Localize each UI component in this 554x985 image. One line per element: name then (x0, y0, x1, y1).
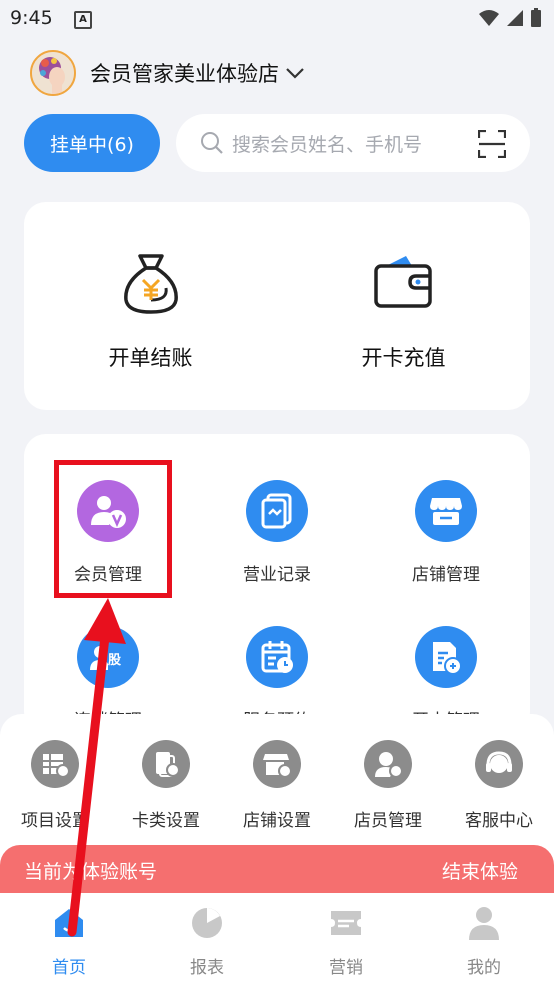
tool-label: 客服中心 (465, 811, 533, 831)
calendar-icon (246, 626, 308, 688)
module-label: 营业记录 (243, 565, 311, 585)
battery-icon (531, 8, 541, 27)
status-bar: 9:45 A (0, 0, 554, 36)
tab-label: 我的 (467, 958, 501, 978)
trial-text: 当前为体验账号 (24, 861, 158, 883)
chevron-down-icon[interactable] (285, 66, 305, 80)
chain-icon: 股 (77, 626, 139, 688)
end-trial-button[interactable]: 结束体验 (442, 857, 518, 884)
shop-icon (415, 480, 477, 542)
pie-chart-icon (192, 908, 222, 938)
hang-order-button[interactable]: 挂单中(6) (24, 114, 160, 172)
home-icon (55, 909, 83, 937)
store-header[interactable]: 会员管家美业体验店 (30, 48, 305, 98)
wallet-icon (373, 256, 432, 308)
tab-reports[interactable]: 报表 (138, 903, 276, 978)
bottom-tab-bar: 首页 报表 营销 我的 (0, 893, 554, 985)
avatar[interactable] (30, 50, 76, 96)
tool-customer-service[interactable]: 客服中心 (444, 740, 554, 831)
tab-mine[interactable]: 我的 (415, 903, 553, 978)
tab-label: 营销 (329, 958, 363, 978)
search-input[interactable]: 搜索会员姓名、手机号 (232, 130, 422, 157)
search-icon (201, 132, 223, 154)
project-settings-icon (31, 740, 79, 788)
wifi-icon (479, 10, 499, 26)
staff-icon (364, 740, 412, 788)
store-name[interactable]: 会员管家美业体验店 (90, 58, 279, 88)
tab-label: 报表 (190, 958, 224, 978)
avatar-image-icon (32, 52, 74, 94)
money-bag-icon (123, 254, 178, 314)
module-shop-management[interactable]: 店铺管理 (362, 480, 530, 585)
checkout-label: 开单结账 (108, 346, 193, 370)
notification-a-icon: A (74, 11, 92, 29)
signal-icon (507, 10, 523, 26)
headset-icon (475, 740, 523, 788)
expense-icon (415, 626, 477, 688)
record-icon (246, 480, 308, 542)
tab-marketing[interactable]: 营销 (277, 903, 415, 978)
card-settings-icon (142, 740, 190, 788)
status-time: 9:45 (10, 7, 53, 29)
module-business-records[interactable]: 营业记录 (193, 480, 361, 585)
tool-label: 卡类设置 (132, 811, 200, 831)
tab-label: 首页 (52, 958, 86, 978)
trial-banner: 当前为体验账号 结束体验 (0, 845, 554, 893)
checkout-action[interactable]: 开单结账 (24, 202, 277, 410)
tool-card-settings[interactable]: 卡类设置 (111, 740, 221, 831)
tool-label: 店员管理 (354, 811, 422, 831)
tool-label: 店铺设置 (243, 811, 311, 831)
scan-icon[interactable] (478, 130, 506, 158)
ticket-icon (331, 911, 361, 935)
tool-shop-settings[interactable]: 店铺设置 (222, 740, 332, 831)
tool-project-settings[interactable]: 项目设置 (0, 740, 110, 831)
search-bar[interactable]: 搜索会员姓名、手机号 (176, 114, 530, 172)
recharge-action[interactable]: 开卡充值 (277, 202, 530, 410)
system-icons (478, 8, 542, 28)
highlight-box (54, 460, 172, 598)
user-icon (469, 907, 499, 940)
svg-text:股: 股 (108, 653, 121, 668)
tool-label: 项目设置 (21, 811, 89, 831)
tab-home[interactable]: 首页 (0, 903, 138, 978)
module-label: 店铺管理 (412, 565, 480, 585)
quick-actions-card: 开单结账 开卡充值 (24, 202, 530, 410)
shop-settings-icon (253, 740, 301, 788)
tool-staff-management[interactable]: 店员管理 (333, 740, 443, 831)
recharge-label: 开卡充值 (361, 346, 446, 370)
